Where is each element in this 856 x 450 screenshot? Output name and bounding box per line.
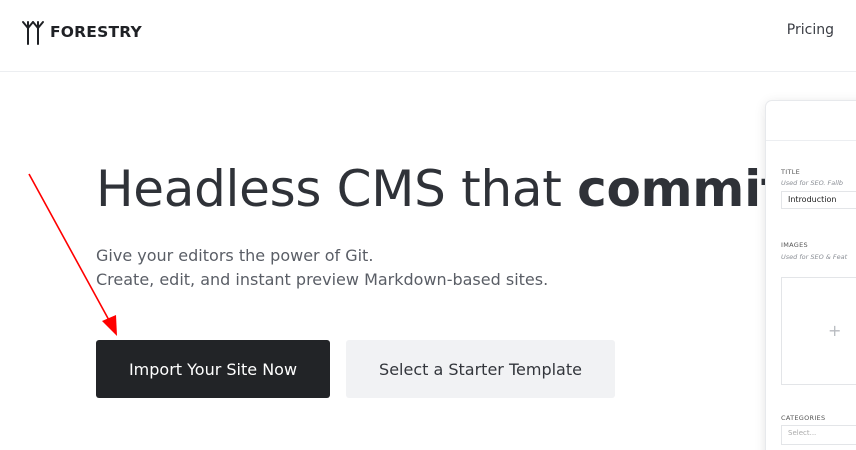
- preview-topbar: [766, 101, 856, 141]
- preview-title-hint: Used for SEO. Fallb: [781, 179, 844, 187]
- hero-subtitle-line1: Give your editors the power of Git.: [96, 246, 374, 265]
- hero-title: Headless CMS that commits: [96, 158, 814, 220]
- logo[interactable]: FORESTRY: [21, 19, 142, 45]
- preview-images-hint: Used for SEO & Feat: [781, 253, 848, 261]
- preview-title-value: Introduction: [788, 195, 837, 204]
- nav-pricing-link[interactable]: Pricing: [787, 22, 834, 38]
- hero-title-light: Headless CMS that: [96, 160, 562, 218]
- preview-title-label: TITLE: [781, 168, 801, 176]
- import-site-button[interactable]: Import Your Site Now: [96, 340, 330, 398]
- select-starter-template-button[interactable]: Select a Starter Template: [346, 340, 615, 398]
- add-image-icon: +: [828, 321, 842, 340]
- logo-text: FORESTRY: [50, 23, 142, 41]
- cms-preview-card: TITLE Used for SEO. Fallb Introduction I…: [766, 101, 856, 450]
- preview-images-label: IMAGES: [781, 241, 808, 249]
- preview-categories-label: CATEGORIES: [781, 414, 826, 422]
- site-header: FORESTRY Pricing: [0, 0, 856, 72]
- hero-subtitle-line2: Create, edit, and instant preview Markdo…: [96, 270, 549, 289]
- preview-categories-placeholder: Select...: [788, 429, 817, 437]
- preview-image-dropzone: [781, 277, 856, 385]
- forestry-tree-logo-icon: [22, 21, 44, 45]
